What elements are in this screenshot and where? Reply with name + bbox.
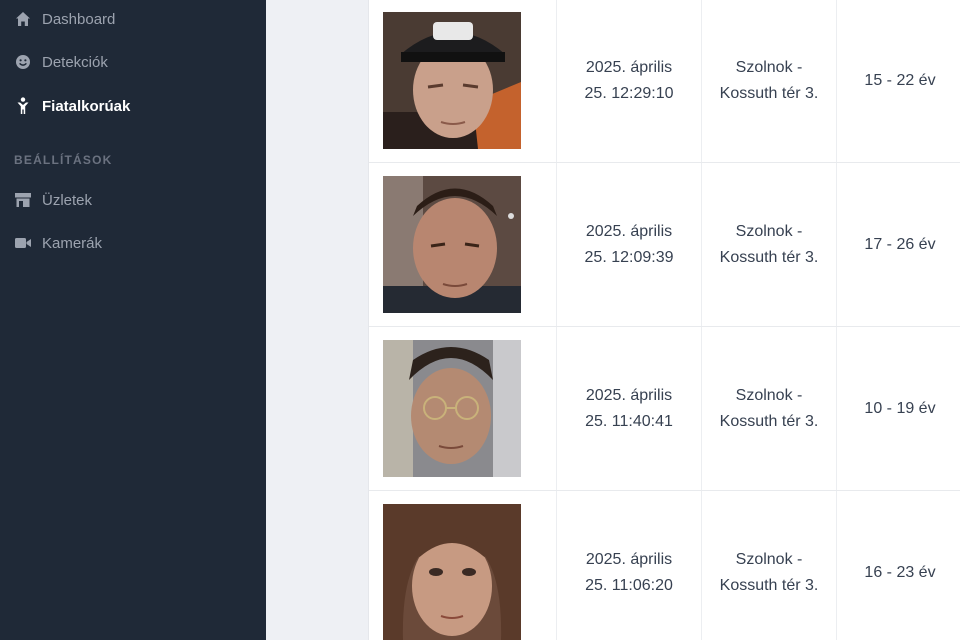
face-thumbnail[interactable] [383, 504, 521, 640]
sidebar-item-stores[interactable]: Üzletek [14, 188, 92, 212]
sidebar-item-label: Üzletek [42, 191, 93, 209]
sidebar-item-label: Detekciók [42, 53, 108, 71]
sidebar-item-cameras[interactable]: Kamerák [14, 231, 102, 255]
table-row[interactable]: 2025. április 25. 12:09:39 Szolnok - Kossu… [369, 163, 960, 327]
sidebar-item-detections[interactable]: Detekciók [14, 50, 108, 74]
location-cell: Szolnok - Kossuth tér 3. [702, 163, 837, 326]
table-row[interactable]: 2025. április 25. 11:06:20 Szolnok - Kossu… [369, 491, 960, 640]
photo-cell [369, 327, 557, 490]
photo-cell [369, 163, 557, 326]
age-cell: 17 - 26 év [864, 235, 936, 253]
video-camera-icon [14, 234, 32, 252]
photo-cell [369, 0, 557, 162]
detections-table: 2025. április 25. 12:29:10 Szolnok - Kossu… [368, 0, 960, 640]
photo-cell [369, 491, 557, 640]
sidebar-item-dashboard[interactable]: Dashboard [14, 7, 115, 31]
age-cell: 16 - 23 év [864, 563, 936, 581]
sidebar-item-minors[interactable]: Fiatalkorúak [14, 94, 130, 118]
location-cell: Szolnok - Kossuth tér 3. [702, 327, 837, 490]
location-cell: Szolnok - Kossuth tér 3. [702, 0, 837, 162]
child-icon [14, 97, 32, 115]
table-row[interactable]: 2025. április 25. 11:40:41 Szolnok - Kossu… [369, 327, 960, 491]
face-thumbnail[interactable] [383, 12, 521, 149]
age-cell: 15 - 22 év [864, 71, 936, 89]
date-cell: 2025. április 25. 12:09:39 [557, 163, 702, 326]
location-cell: Szolnok - Kossuth tér 3. [702, 491, 837, 640]
date-cell: 2025. április 25. 11:40:41 [557, 327, 702, 490]
settings-section-label: BEÁLLÍTÁSOK [14, 153, 113, 167]
face-thumbnail[interactable] [383, 340, 521, 477]
sidebar: Dashboard Detekciók Fiatalkorúak BEÁLLÍT… [0, 0, 266, 640]
smiley-icon [14, 53, 32, 71]
sidebar-item-label: Dashboard [42, 10, 116, 28]
home-icon [14, 10, 32, 28]
face-thumbnail[interactable] [383, 176, 521, 313]
sidebar-item-label: Fiatalkorúak [42, 97, 131, 115]
date-cell: 2025. április 25. 11:06:20 [557, 491, 702, 640]
table-row[interactable]: 2025. április 25. 12:29:10 Szolnok - Kossu… [369, 0, 960, 163]
main-content: 2025. április 25. 12:29:10 Szolnok - Kossu… [266, 0, 960, 640]
age-cell: 10 - 19 év [864, 399, 936, 417]
date-cell: 2025. április 25. 12:29:10 [557, 0, 702, 162]
store-icon [14, 191, 32, 209]
sidebar-item-label: Kamerák [42, 234, 103, 252]
